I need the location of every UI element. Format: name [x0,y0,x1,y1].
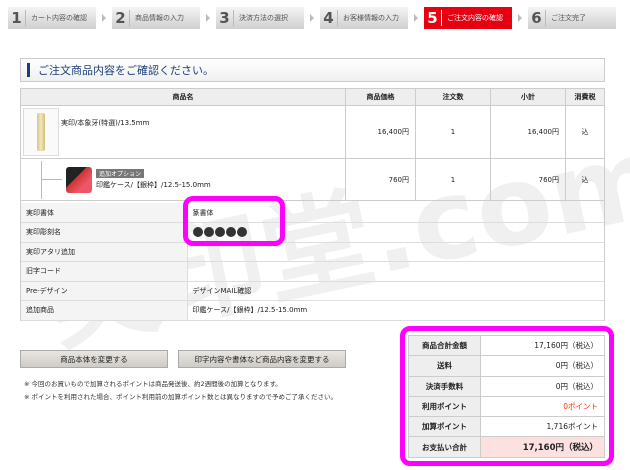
step-6: 6 ご注文完了 [528,7,616,29]
step-2: 2 商品情報の入力 [112,7,200,29]
step-1: 1 カート内容の確認 [8,7,96,29]
product-image [23,108,59,156]
case-image [66,166,92,193]
items-table: 商品名 商品価格 注文数 小計 消費税 実印/本象牙(特選)/13.5mm 16,400… [20,88,605,201]
details-table: 実印書体 篆書体 実印彫刻名 実印アタリ追加 旧字コード Pre-デザイン デザイン… [21,203,604,321]
page-heading: ご注文商品内容をご確認ください。 [20,58,605,82]
detail-row: 旧字コード [21,261,604,282]
heading-bar [27,63,30,77]
detail-row: 実印書体 篆書体 [21,203,604,223]
detail-row: 実印彫刻名 [21,222,604,243]
table-row: 追加オプション 印鑑ケース/【銀枠】/12.5-15.0mm 760円 1 760円込 [20,158,605,201]
table-row: 実印/本象牙(特選)/13.5mm 16,400円 1 16,400円込 [20,105,605,159]
arrow-icon [310,14,314,22]
change-product-button[interactable]: 商品本体を変更する [20,350,168,368]
arrow-icon [518,14,522,22]
highlight-summary [400,326,614,466]
detail-row: 実印アタリ追加 [21,242,604,262]
step-5: 5 ご注文内容の確認 [424,7,512,29]
arrow-icon [414,14,418,22]
change-content-button[interactable]: 印字内容や書体など商品内容を変更する [178,350,346,368]
step-4: 4 お客様情報の入力 [320,7,408,29]
arrow-icon [206,14,210,22]
highlight-details [183,196,285,246]
detail-row: Pre-デザイン デザインMAIL確認 [21,281,604,301]
detail-row: 追加商品 印鑑ケース/【銀枠】/12.5-15.0mm [21,300,604,321]
step-3: 3 決済方法の選択 [216,7,304,29]
arrow-icon [102,14,106,22]
